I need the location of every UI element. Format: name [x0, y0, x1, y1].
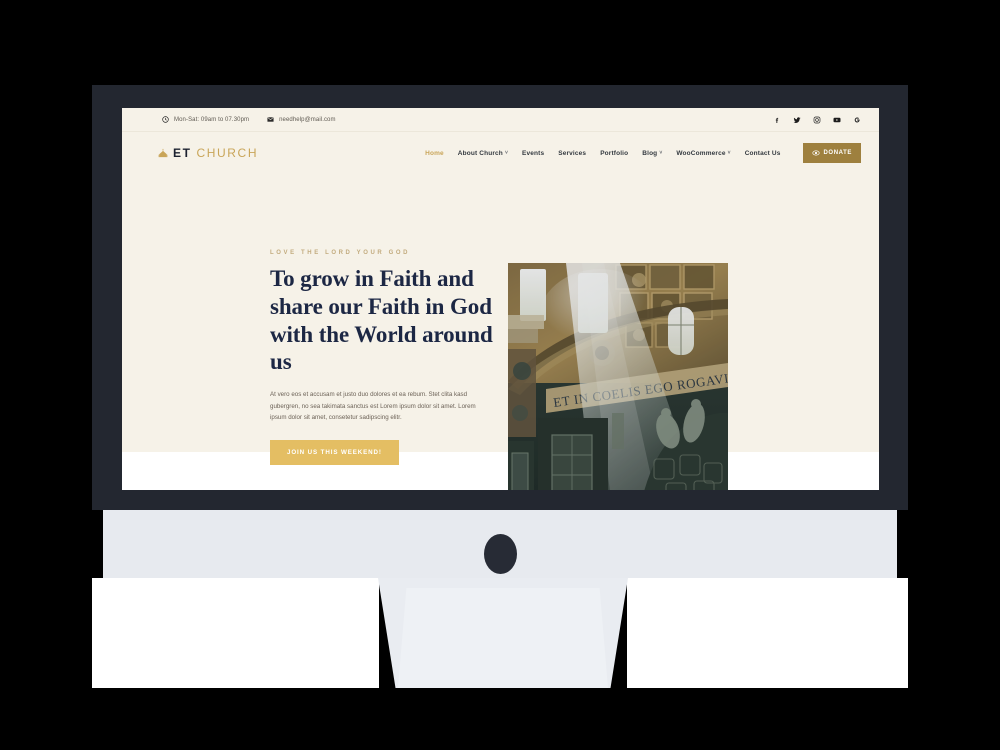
donate-button[interactable]: DONATE [802, 143, 861, 163]
hero-section: LOVE THE LORD YOUR GOD To grow in Faith … [122, 174, 879, 490]
opening-hours: Mon-Sat: 09am to 07.30pm [162, 116, 249, 123]
nav-item-home[interactable]: Home [425, 150, 444, 157]
opening-hours-text: Mon-Sat: 09am to 07.30pm [174, 116, 250, 123]
desk-surface-left [92, 578, 379, 688]
nav-item-blog[interactable]: Blog ˅ [642, 150, 662, 157]
instagram-icon[interactable] [813, 116, 821, 124]
nav-label-portfolio: Portfolio [600, 149, 629, 157]
hero-title: To grow in Faith and share our Faith in … [270, 266, 493, 375]
contact-email[interactable]: needhelp@mail.com [267, 116, 336, 123]
hand-heart-icon [811, 149, 820, 157]
topbar-info-group: Mon-Sat: 09am to 07.30pm needhelp@mail.c… [162, 116, 773, 123]
social-links [773, 116, 861, 124]
main-navigation: Home About Church ˅ Events Services Port… [425, 143, 861, 163]
nav-label-about-church: About Church [457, 149, 503, 157]
logo-text: ET CHURCH [173, 146, 258, 160]
nav-item-about-church[interactable]: About Church ˅ [458, 150, 508, 157]
site-header: ET CHURCH Home About Church ˅ Events Ser… [122, 132, 879, 174]
hero-paragraph: At vero eos et accusam et justo duo dolo… [270, 391, 476, 422]
nav-item-contact-us[interactable]: Contact Us [745, 150, 781, 157]
hero-eyebrow: LOVE THE LORD YOUR GOD [270, 250, 411, 256]
nav-item-woocommerce[interactable]: WooCommerce ˅ [676, 150, 730, 157]
nav-item-events[interactable]: Events [522, 150, 544, 157]
facebook-icon[interactable] [773, 116, 781, 124]
church-interior-photo: ET IN COELIS EGO ROGAVI PRO T [508, 263, 728, 490]
hero-text-column: LOVE THE LORD YOUR GOD To grow in Faith … [270, 174, 498, 465]
church-icon [158, 148, 168, 158]
nav-label-woocommerce: WooCommerce [676, 149, 726, 157]
desk-surface-right [627, 578, 908, 688]
google-icon[interactable] [853, 116, 861, 124]
chevron-down-icon: ˅ [727, 149, 731, 156]
nav-label-home: Home [425, 149, 444, 157]
website-page: Mon-Sat: 09am to 07.30pm needhelp@mail.c… [122, 108, 879, 490]
logo-text-secondary: CHURCH [196, 146, 259, 160]
envelope-icon [267, 116, 274, 123]
chevron-down-icon: ˅ [504, 149, 509, 156]
nav-item-services[interactable]: Services [558, 150, 586, 157]
nav-label-services: Services [558, 149, 587, 157]
apple-logo-mark [484, 534, 517, 574]
chevron-down-icon: ˅ [659, 149, 663, 156]
twitter-icon[interactable] [793, 116, 801, 124]
logo-text-primary: ET [173, 146, 192, 160]
monitor-stand-inner [398, 588, 608, 688]
clock-icon [162, 116, 169, 123]
site-logo[interactable]: ET CHURCH [158, 146, 258, 160]
imac-mockup: Mon-Sat: 09am to 07.30pm needhelp@mail.c… [0, 0, 1000, 750]
nav-label-blog: Blog [642, 149, 658, 157]
youtube-icon[interactable] [833, 116, 841, 124]
donate-label: DONATE [823, 150, 852, 156]
nav-label-contact-us: Contact Us [744, 149, 781, 157]
site-topbar: Mon-Sat: 09am to 07.30pm needhelp@mail.c… [122, 108, 879, 132]
nav-item-portfolio[interactable]: Portfolio [600, 150, 628, 157]
monitor-screen: Mon-Sat: 09am to 07.30pm needhelp@mail.c… [122, 108, 879, 490]
join-us-button[interactable]: JOIN US THIS WEEKEND! [270, 439, 399, 465]
nav-label-events: Events [522, 149, 545, 157]
contact-email-text: needhelp@mail.com [279, 116, 336, 123]
